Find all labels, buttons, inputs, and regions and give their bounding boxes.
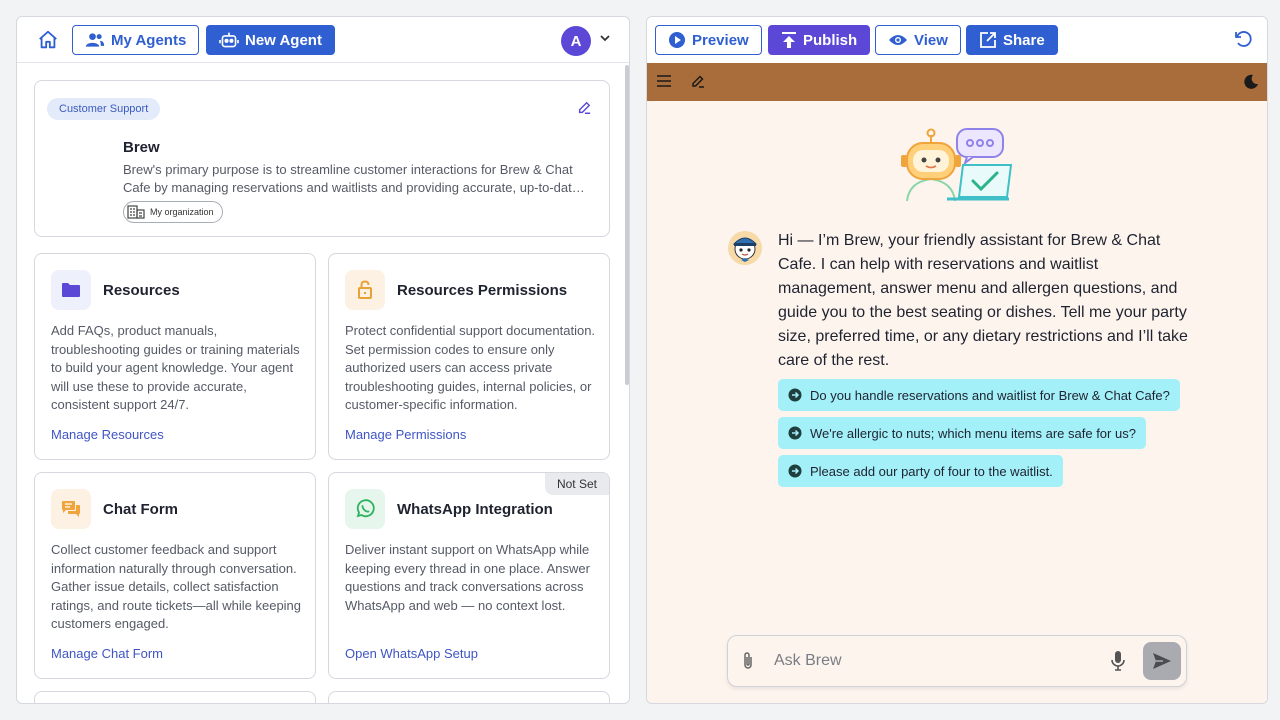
publish-button[interactable]: Publish xyxy=(768,25,871,55)
play-icon xyxy=(669,32,685,48)
bot-avatar xyxy=(728,231,762,265)
whatsapp-integration-card[interactable]: Not Set WhatsApp Integration Deliver ins… xyxy=(328,472,610,679)
my-agents-label: My Agents xyxy=(111,31,187,49)
eye-icon xyxy=(889,35,907,45)
open-whatsapp-setup-link[interactable]: Open WhatsApp Setup xyxy=(345,646,478,661)
new-chat-icon[interactable] xyxy=(691,74,705,88)
resources-card[interactable]: Resources Add FAQs, product manuals, tro… xyxy=(34,253,316,460)
bot-greeting-message: Hi — I’m Brew, your friendly assistant f… xyxy=(778,232,1188,369)
message-input[interactable] xyxy=(774,646,1104,676)
feature-card-partial[interactable] xyxy=(34,691,316,703)
suggestion-chip[interactable]: We're allergic to nuts; which menu items… xyxy=(778,417,1146,449)
building-icon xyxy=(127,205,145,219)
new-agent-label: New Agent xyxy=(245,31,322,49)
share-icon xyxy=(980,32,996,48)
manage-permissions-link[interactable]: Manage Permissions xyxy=(345,427,466,442)
send-icon xyxy=(1153,653,1171,669)
paperclip-icon[interactable] xyxy=(740,651,756,671)
agent-settings-panel: My Agents New Agent A Customer Support B… xyxy=(16,16,630,704)
card-description: Protect confidential support documentati… xyxy=(345,323,596,412)
share-button[interactable]: Share xyxy=(966,25,1058,55)
manage-chat-form-link[interactable]: Manage Chat Form xyxy=(51,646,163,661)
chat-header xyxy=(647,63,1267,101)
preview-button[interactable]: Preview xyxy=(655,25,762,55)
microphone-icon[interactable] xyxy=(1110,650,1126,672)
menu-icon[interactable] xyxy=(657,75,671,87)
chat-area: Hi — I’m Brew, your friendly assistant f… xyxy=(647,101,1267,703)
card-title: Resources Permissions xyxy=(397,282,568,299)
card-description: Deliver instant support on WhatsApp whil… xyxy=(345,542,590,613)
arrow-right-icon xyxy=(788,464,802,478)
user-avatar[interactable]: A xyxy=(561,26,591,56)
edit-icon[interactable] xyxy=(577,101,591,115)
refresh-icon[interactable] xyxy=(1233,29,1253,49)
suggestion-chip[interactable]: Do you handle reservations and waitlist … xyxy=(778,379,1180,411)
card-title: Chat Form xyxy=(103,501,178,518)
agent-name: Brew xyxy=(123,139,160,156)
suggestion-text: Please add our party of four to the wait… xyxy=(810,463,1053,479)
chat-icon xyxy=(51,489,91,529)
agent-description-text: Brew's primary purpose is to streamline … xyxy=(123,162,579,195)
suggestion-text: Do you handle reservations and waitlist … xyxy=(810,387,1170,403)
manage-resources-link[interactable]: Manage Resources xyxy=(51,427,164,442)
agent-card[interactable]: Customer Support Brew Brew's primary pur… xyxy=(34,80,610,237)
chevron-down-icon[interactable] xyxy=(600,34,610,42)
chat-form-card[interactable]: Chat Form Collect customer feedback and … xyxy=(34,472,316,679)
view-button[interactable]: View xyxy=(875,25,961,55)
card-description: Add FAQs, product manuals, troubleshooti… xyxy=(51,323,300,412)
send-button[interactable] xyxy=(1143,642,1181,680)
suggestion-chip[interactable]: Please add our party of four to the wait… xyxy=(778,455,1063,487)
arrow-right-icon xyxy=(788,426,802,440)
agent-description: Brew's primary purpose is to streamline … xyxy=(123,161,591,197)
resources-permissions-card[interactable]: Resources Permissions Protect confidenti… xyxy=(328,253,610,460)
preview-label: Preview xyxy=(692,31,749,49)
card-description: Collect customer feedback and support in… xyxy=(51,542,302,631)
robot-laptop-illustration xyxy=(901,128,1013,202)
card-title: Resources xyxy=(103,282,180,299)
feature-card-partial[interactable] xyxy=(328,691,610,703)
home-icon[interactable] xyxy=(37,29,59,51)
lock-icon xyxy=(345,270,385,310)
robot-icon xyxy=(219,32,239,48)
new-agent-button[interactable]: New Agent xyxy=(206,25,335,55)
share-label: Share xyxy=(1003,31,1045,49)
suggestion-text: We're allergic to nuts; which menu items… xyxy=(810,425,1136,441)
left-toolbar: My Agents New Agent A xyxy=(17,17,629,63)
publish-label: Publish xyxy=(803,31,858,49)
category-tag: Customer Support xyxy=(47,98,161,120)
users-icon xyxy=(85,33,105,47)
status-badge: Not Set xyxy=(544,473,609,495)
scrollbar[interactable] xyxy=(625,65,629,385)
upload-icon xyxy=(782,32,796,48)
view-label: View xyxy=(914,31,948,49)
my-agents-button[interactable]: My Agents xyxy=(72,25,200,55)
scope-chip: My organization xyxy=(123,201,223,223)
dark-mode-icon[interactable] xyxy=(1243,74,1259,90)
folder-icon xyxy=(51,270,91,310)
chat-input-bar xyxy=(727,635,1187,687)
card-title: WhatsApp Integration xyxy=(397,501,553,518)
scope-label: My organization xyxy=(150,207,214,217)
preview-toolbar: Preview Publish View Share xyxy=(647,17,1267,63)
arrow-right-icon xyxy=(788,388,802,402)
chat-preview-panel: Preview Publish View Share Hi — I’m Brew… xyxy=(646,16,1268,704)
whatsapp-icon xyxy=(345,489,385,529)
